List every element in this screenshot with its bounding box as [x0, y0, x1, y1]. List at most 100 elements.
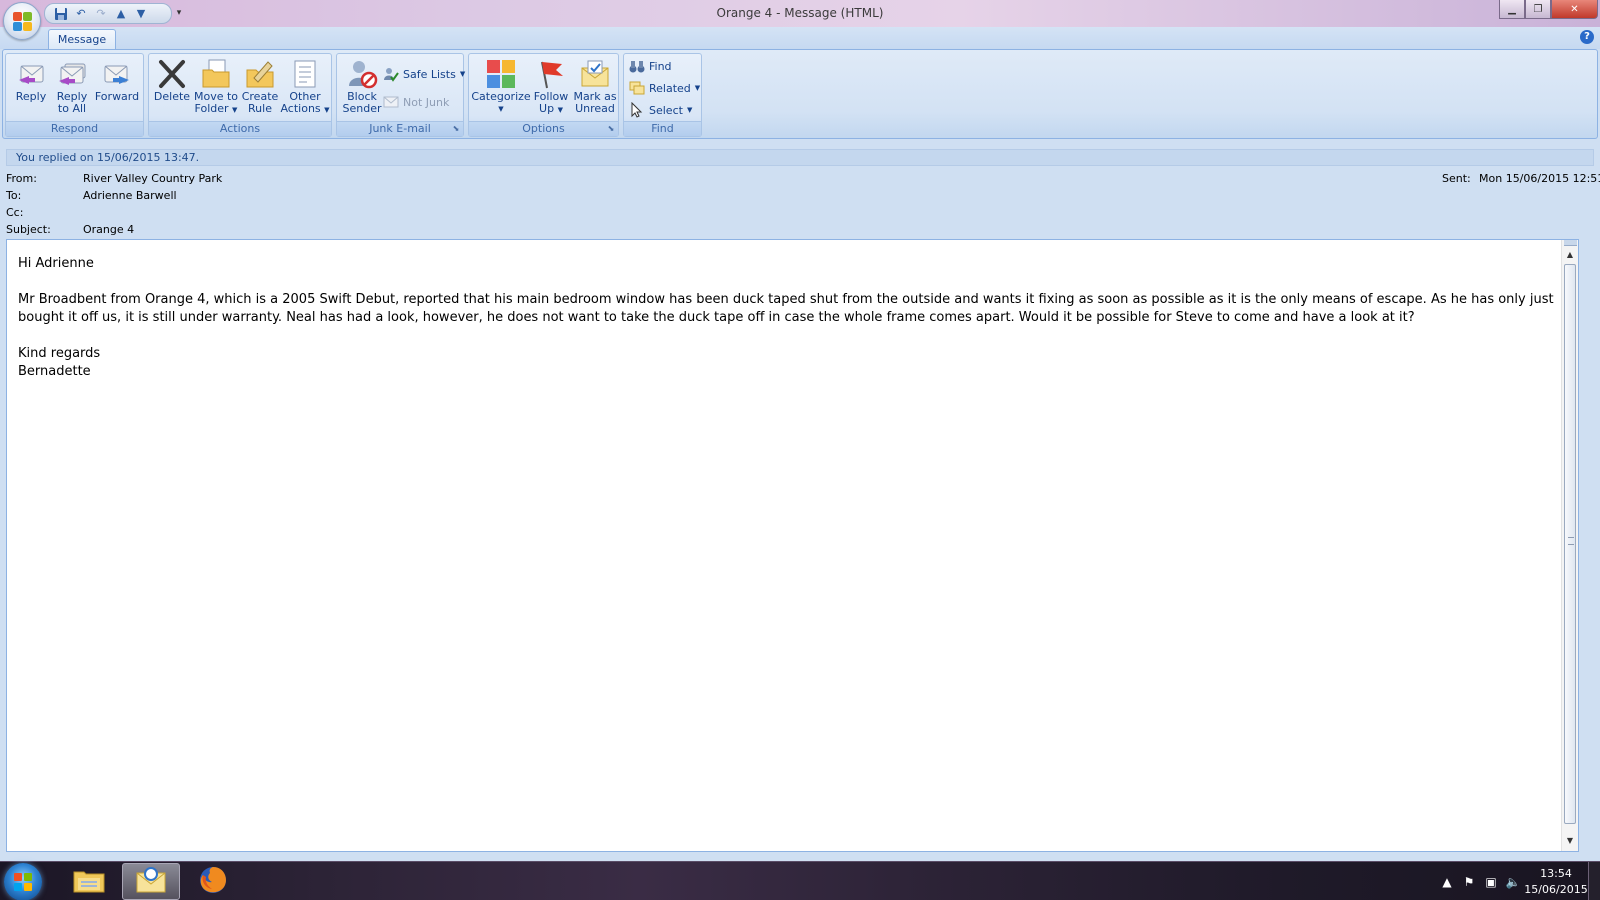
reply-all-label-line2: to All [57, 102, 87, 115]
split-handle[interactable] [1564, 240, 1577, 246]
cc-label: Cc: [6, 206, 24, 219]
volume-icon[interactable]: 🔈 [1502, 871, 1524, 893]
mark-as-unread-label-line2: Unread [575, 102, 615, 115]
body-signature: Bernadette [18, 364, 91, 379]
reply-all-button[interactable]: Reply to All [54, 56, 90, 120]
scroll-down-arrow-icon[interactable]: ▼ [1562, 833, 1578, 849]
categorize-label: Categorize ▼ [471, 91, 530, 115]
taskbar-firefox[interactable] [184, 863, 242, 900]
chevron-down-icon: ▼ [324, 106, 330, 114]
move-to-folder-button[interactable]: Move to Folder ▼ [193, 56, 239, 120]
ribbon-tab-row: Message ? [0, 27, 1600, 50]
related-messages-icon [629, 80, 645, 96]
follow-up-label-line2: Up ▼ [534, 103, 569, 116]
to-value[interactable]: Adrienne Barwell [83, 189, 177, 202]
windows-logo-icon [14, 873, 32, 891]
block-sender-button[interactable]: Block Sender [341, 56, 383, 120]
group-label-junk-email: Junk E-mail ⬊ [337, 121, 463, 136]
reply-button[interactable]: Reply [12, 56, 50, 120]
select-button[interactable]: Select ▼ [629, 101, 692, 119]
taskbar-outlook[interactable] [122, 863, 180, 900]
restore-icon: ❐ [1533, 3, 1543, 15]
not-junk-button[interactable]: Not Junk [383, 93, 449, 111]
office-button[interactable] [3, 2, 41, 40]
chevron-down-icon: ▼ [557, 106, 563, 114]
help-icon[interactable]: ? [1580, 30, 1594, 44]
reply-all-icon [56, 58, 88, 90]
reply-all-label: Reply to All [57, 91, 87, 115]
close-button[interactable]: ✕ [1551, 0, 1598, 19]
group-respond: Reply Reply to All Forward Respond [5, 53, 144, 137]
follow-up-flag-icon [535, 58, 567, 90]
delete-button[interactable]: Delete [153, 56, 191, 120]
window-title: Orange 4 - Message (HTML) [716, 6, 884, 20]
create-rule-label: Create Rule [242, 91, 279, 115]
group-actions: Delete Move to Folder ▼ Create Rule Othe… [148, 53, 332, 137]
chevron-down-icon: ▼ [498, 105, 504, 113]
create-rule-label-line2: Rule [248, 102, 272, 115]
to-label: To: [6, 189, 22, 202]
group-label-options: Options ⬊ [469, 121, 618, 136]
minimize-button[interactable]: ▁ [1499, 0, 1525, 19]
block-sender-label: Block Sender [343, 91, 382, 115]
move-to-folder-label: Move to Folder ▼ [194, 91, 238, 116]
clock-time: 13:54 [1540, 866, 1572, 880]
other-actions-icon [289, 58, 321, 90]
find-button[interactable]: Find [629, 57, 672, 75]
action-center-flag-icon[interactable]: ⚑ [1458, 871, 1480, 893]
body-closing: Kind regards [18, 346, 101, 361]
forward-icon [101, 58, 133, 90]
select-label: Select [649, 103, 683, 117]
follow-up-button[interactable]: Follow Up ▼ [531, 56, 571, 120]
from-value[interactable]: River Valley Country Park [83, 172, 222, 185]
group-options: Categorize ▼ Follow Up ▼ Mark as Unread … [468, 53, 619, 137]
scrollbar-grip-icon [1568, 537, 1574, 545]
group-find: Find Related ▼ Select ▼ Find [623, 53, 702, 137]
show-hidden-icons-icon[interactable]: ▲ [1436, 871, 1458, 893]
network-icon[interactable]: ▣ [1480, 871, 1502, 893]
other-actions-button[interactable]: Other Actions ▼ [280, 56, 330, 120]
replied-infobar[interactable]: You replied on 15/06/2015 13:47. [6, 149, 1594, 166]
create-rule-button[interactable]: Create Rule [241, 56, 279, 120]
body-paragraph: Mr Broadbent from Orange 4, which is a 2… [18, 292, 1554, 325]
reply-label: Reply [15, 90, 47, 103]
delete-icon [156, 58, 188, 90]
other-actions-label-line2: Actions ▼ [280, 103, 329, 116]
show-desktop-button[interactable] [1588, 862, 1600, 900]
vertical-scrollbar[interactable]: ▲ ▼ [1561, 240, 1578, 851]
group-junk-email: Block Sender Safe Lists ▼ Not Junk Junk … [336, 53, 465, 137]
scroll-up-arrow-icon[interactable]: ▲ [1562, 247, 1578, 263]
delete-label: Delete [153, 90, 191, 103]
close-icon: ✕ [1570, 3, 1579, 15]
related-button[interactable]: Related ▼ [629, 79, 700, 97]
dialog-launcher-icon[interactable]: ⬊ [606, 124, 616, 134]
sent-value: Mon 15/06/2015 12:51 [1479, 172, 1600, 185]
categorize-button[interactable]: Categorize ▼ [471, 56, 531, 120]
restore-button[interactable]: ❐ [1525, 0, 1551, 19]
taskbar-clock[interactable]: 13:54 15/06/2015 [1524, 866, 1588, 898]
binoculars-icon [629, 58, 645, 74]
safe-lists-button[interactable]: Safe Lists ▼ [383, 65, 465, 83]
title-bar: ↶ ↷ ▲ ▼ ▾ Orange 4 - Message (HTML) ▁ ❐ … [0, 0, 1600, 27]
safe-lists-label: Safe Lists [403, 67, 456, 81]
taskbar-windows-explorer[interactable] [60, 863, 118, 900]
not-junk-label: Not Junk [403, 95, 450, 109]
mark-as-unread-button[interactable]: Mark as Unread [573, 56, 617, 120]
outlook-icon [134, 866, 168, 897]
junk-email-label-text: Junk E-mail [369, 122, 431, 135]
other-actions-label: Other Actions ▼ [280, 91, 329, 116]
dialog-launcher-icon[interactable]: ⬊ [451, 124, 461, 134]
ribbon: Reply Reply to All Forward Respond Delet… [2, 49, 1598, 139]
follow-up-label: Follow Up ▼ [534, 91, 569, 116]
block-sender-icon [346, 58, 378, 90]
tab-message[interactable]: Message [48, 29, 116, 50]
message-body[interactable]: Hi Adrienne Mr Broadbent from Orange 4, … [6, 239, 1579, 852]
safe-lists-icon [383, 66, 399, 82]
body-greeting: Hi Adrienne [18, 256, 94, 271]
scrollbar-thumb[interactable] [1564, 264, 1576, 824]
start-button[interactable] [4, 863, 42, 900]
group-label-respond: Respond [6, 121, 143, 136]
forward-label: Forward [94, 90, 140, 103]
forward-button[interactable]: Forward [94, 56, 140, 120]
cursor-icon [629, 101, 645, 118]
